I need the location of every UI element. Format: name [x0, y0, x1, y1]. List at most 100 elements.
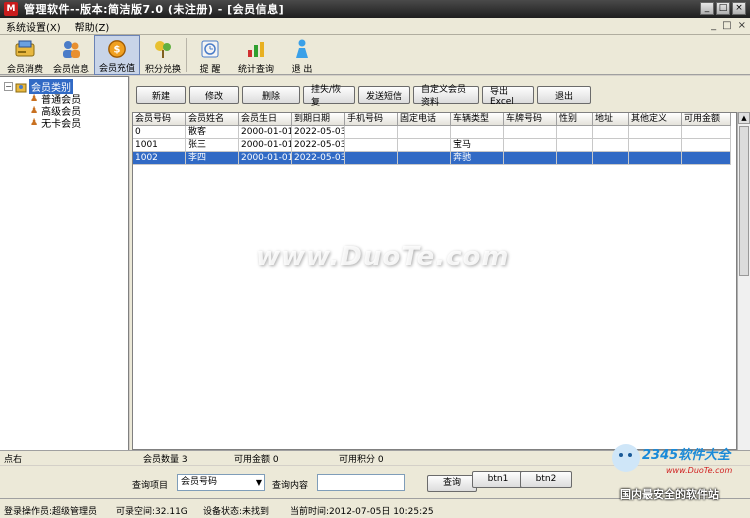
- table-cell: [682, 152, 731, 165]
- column-header[interactable]: 会员姓名: [186, 113, 239, 126]
- btn2-button[interactable]: btn2: [520, 471, 572, 488]
- column-header[interactable]: 车牌号码: [504, 113, 557, 126]
- column-header[interactable]: 手机号码: [345, 113, 398, 126]
- send-sms-button[interactable]: 发送短信: [358, 86, 410, 104]
- available-amount: 可用金额 0: [234, 454, 279, 465]
- table-cell: 1001: [133, 139, 186, 152]
- table-row[interactable]: 0 散客 2000-01-01 2022-05-03: [133, 126, 736, 139]
- window-controls: _ □ ×: [700, 2, 746, 15]
- window-title: 管理软件--版本:简洁版7.0 (未注册) - [会员信息]: [24, 3, 285, 16]
- scroll-up-icon[interactable]: ▲: [738, 112, 750, 124]
- maximize-button[interactable]: □: [716, 2, 730, 15]
- table-cell: [593, 139, 629, 152]
- table-cell: [398, 139, 451, 152]
- export-excel-button[interactable]: 导出Excel: [482, 86, 534, 107]
- table-cell: [629, 152, 682, 165]
- toolbar-points-exchange[interactable]: 积分兑换: [140, 35, 186, 75]
- exit-button[interactable]: 退出: [537, 86, 591, 104]
- title-bar: M 管理软件--版本:简洁版7.0 (未注册) - [会员信息] _ □ ×: [0, 0, 750, 18]
- corner-watermark: 2345软件大全 www.DuoTe.com 国内最安全的软件站: [606, 438, 750, 502]
- report-loss-button[interactable]: 挂失/恢复: [303, 85, 355, 108]
- table-cell: 2022-05-03: [292, 126, 345, 139]
- watermark-url: www.DuoTe.com: [666, 466, 733, 475]
- watermark-slogan: 国内最安全的软件站: [620, 488, 719, 501]
- minimize-button[interactable]: _: [700, 2, 714, 15]
- table-row[interactable]: 1002 李四 2000-01-01 2022-05-03 奔驰: [133, 152, 736, 165]
- toolbar-member-consume[interactable]: 会员消费: [2, 35, 48, 75]
- table-cell: [557, 152, 593, 165]
- column-header[interactable]: 车辆类型: [451, 113, 504, 126]
- tree-item-nocard[interactable]: ♟ 无卡会员: [30, 115, 81, 131]
- watermark-brand: 2345软件大全: [642, 448, 731, 463]
- mdi-restore-button[interactable]: □: [722, 20, 731, 31]
- column-header[interactable]: 到期日期: [292, 113, 345, 126]
- menu-system-settings[interactable]: 系统设置(X): [6, 19, 61, 34]
- query-content-label: 查询内容: [272, 481, 309, 491]
- users-icon: [63, 41, 80, 58]
- toolbar-exit[interactable]: 退 出: [279, 35, 325, 75]
- toolbar-label: 积分兑换: [144, 65, 181, 75]
- available-points: 可用积分 0: [339, 454, 384, 465]
- column-header[interactable]: 固定电话: [398, 113, 451, 126]
- mdi-minimize-button[interactable]: _: [711, 20, 716, 31]
- table-cell: 2022-05-03: [292, 152, 345, 165]
- table-cell: 张三: [186, 139, 239, 152]
- toolbar-label: 退 出: [291, 65, 313, 75]
- member-icon: ♟: [30, 93, 39, 104]
- table-cell: [345, 139, 398, 152]
- column-header[interactable]: 地址: [593, 113, 629, 126]
- query-item-label: 查询项目: [132, 481, 169, 491]
- table-cell: [504, 152, 557, 165]
- table-cell: [345, 152, 398, 165]
- collapse-icon[interactable]: −: [4, 82, 13, 91]
- toolbar-label: 统计查询: [237, 65, 274, 75]
- query-item-select[interactable]: 会员号码 ▼: [177, 474, 265, 491]
- member-count: 会员数量 3: [143, 454, 188, 465]
- custom-fields-button[interactable]: 自定义会员资料: [413, 85, 479, 108]
- table-cell: 2000-01-01: [239, 152, 292, 165]
- toolbar-label: 提 醒: [199, 65, 221, 75]
- edit-button[interactable]: 修改: [189, 86, 239, 104]
- action-bar: 新建 修改 删除 挂失/恢复 发送短信 自定义会员资料 导出Excel 退出: [136, 85, 591, 108]
- btn1-button[interactable]: btn1: [472, 471, 524, 488]
- column-header[interactable]: 性别: [557, 113, 593, 126]
- table-cell: [504, 139, 557, 152]
- table-cell: [629, 139, 682, 152]
- menu-help[interactable]: 帮助(Z): [75, 19, 110, 34]
- column-header[interactable]: 会员生日: [239, 113, 292, 126]
- toolbar-reminder[interactable]: 提 醒: [187, 35, 233, 75]
- toolbar-member-recharge[interactable]: $ 会员充值: [94, 35, 140, 75]
- toolbar-member-info[interactable]: 会员信息: [48, 35, 94, 75]
- status-device: 设备状态:未找到: [203, 507, 270, 517]
- table-cell: [557, 126, 593, 139]
- coin-icon: $: [108, 40, 126, 58]
- summary-hint: 点右: [4, 454, 23, 465]
- app-icon: M: [4, 2, 18, 16]
- query-content-input[interactable]: [317, 474, 405, 491]
- close-button[interactable]: ×: [732, 2, 746, 15]
- reminder-icon: [201, 40, 219, 58]
- svg-text:$: $: [114, 45, 121, 56]
- delete-button[interactable]: 删除: [242, 86, 300, 104]
- toolbar-statistics[interactable]: 统计查询: [233, 35, 279, 75]
- column-header[interactable]: 可用金额: [682, 113, 731, 126]
- vertical-scrollbar[interactable]: ▲: [737, 112, 750, 450]
- new-button[interactable]: 新建: [136, 86, 186, 104]
- mdi-close-button[interactable]: ×: [738, 20, 746, 31]
- member-grid: 会员号码 会员姓名 会员生日 到期日期 手机号码 固定电话 车辆类型 车牌号码 性别 地址 其他定义…: [132, 112, 737, 450]
- scroll-thumb[interactable]: [739, 126, 749, 276]
- table-cell: 散客: [186, 126, 239, 139]
- table-cell: [451, 126, 504, 139]
- mdi-controls: _ □ ×: [711, 20, 746, 31]
- column-header[interactable]: 其他定义: [629, 113, 682, 126]
- table-cell: [593, 152, 629, 165]
- gift-icon: [155, 41, 171, 58]
- grid-body: 0 散客 2000-01-01 2022-05-03 1001 张三 2000-01-01 2…: [133, 126, 736, 165]
- status-free-space: 可录空间:32.11G: [116, 507, 188, 517]
- column-header[interactable]: 会员号码: [133, 113, 186, 126]
- search-button[interactable]: 查询: [427, 475, 477, 492]
- folder-users-icon: [15, 83, 27, 92]
- table-cell: [398, 126, 451, 139]
- table-row[interactable]: 1001 张三 2000-01-01 2022-05-03 宝马: [133, 139, 736, 152]
- table-cell: [504, 126, 557, 139]
